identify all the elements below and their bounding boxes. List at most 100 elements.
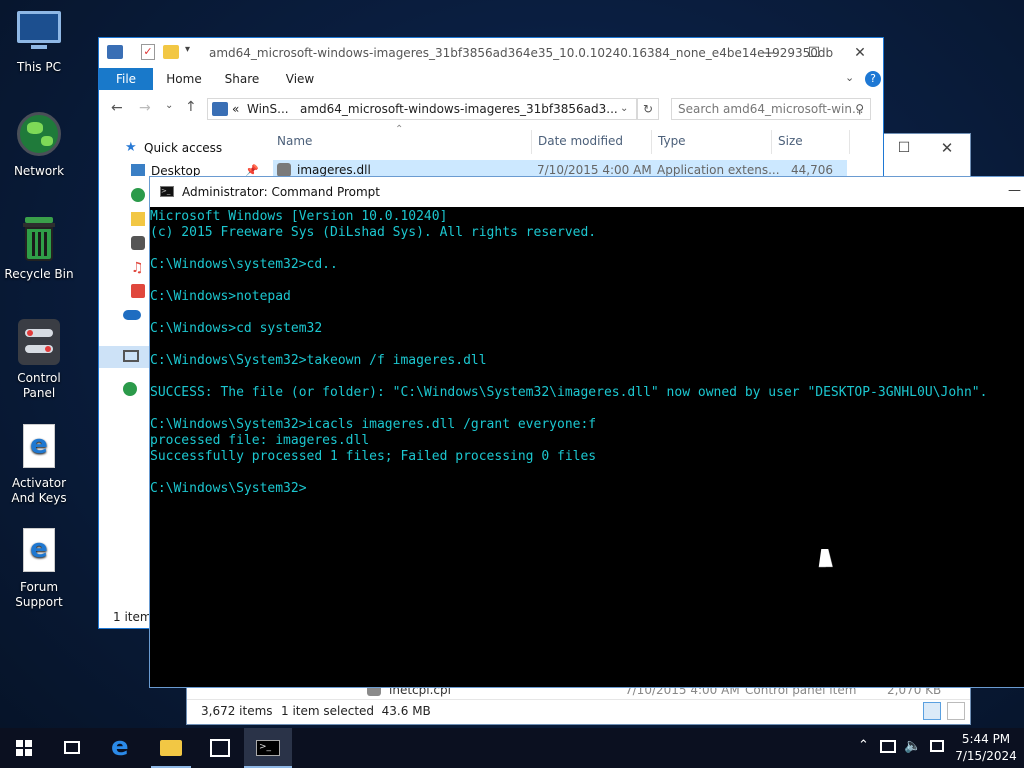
properties-icon[interactable]: ✓ (141, 44, 155, 60)
tab-home[interactable]: Home (159, 68, 209, 90)
videos-icon[interactable] (131, 284, 145, 298)
search-input[interactable]: Search amd64_microsoft-win... ⚲ (671, 98, 871, 120)
nav-quick-access[interactable]: Quick access (144, 141, 222, 155)
action-center-icon[interactable] (930, 740, 944, 752)
back-icon[interactable]: ← (111, 100, 123, 116)
maximize-button[interactable]: ☐ (791, 38, 837, 68)
title-bar[interactable]: >_ Administrator: Command Prompt — (150, 177, 1024, 207)
ribbon-tabs: File Home Share View ⌄ ? (99, 68, 883, 90)
desktop-icon-this-pc[interactable]: This PC (0, 8, 78, 75)
console-line: SUCCESS: The file (or folder): "C:\Windo… (150, 385, 988, 400)
column-separator (651, 130, 652, 154)
column-header-type[interactable]: Type (658, 134, 686, 148)
maximize-button[interactable]: ☐ (884, 134, 924, 162)
task-view-button[interactable] (48, 728, 96, 768)
folder-icon (212, 102, 228, 116)
control-panel-icon (15, 319, 63, 367)
window-title: amd64_microsoft-windows-imageres_31bf385… (209, 46, 834, 60)
clock-date[interactable]: 7/15/2024 (954, 749, 1018, 763)
command-prompt-window[interactable]: >_ Administrator: Command Prompt — Micro… (149, 176, 1024, 688)
taskbar: e >_ ⌃ 🔈 5:44 PM 7/15/2024 (0, 728, 1024, 768)
status-selection: 1 item selected 43.6 MB (281, 704, 431, 718)
tab-share[interactable]: Share (217, 68, 267, 90)
cmd-icon: >_ (256, 740, 280, 756)
desktop-icon-activator-and-keys[interactable]: e Activator And Keys (0, 424, 78, 506)
column-separator (849, 130, 850, 154)
show-hidden-icons-icon[interactable]: ⌃ (858, 738, 869, 753)
customize-toolbar-icon[interactable]: ▾ (185, 44, 190, 55)
edge-icon: e (111, 732, 129, 762)
console-line: C:\Windows\system32>cd.. (150, 257, 338, 272)
desktop-icon-label: Network (13, 164, 65, 178)
recent-locations-icon[interactable]: ⌄ (165, 100, 173, 111)
close-button[interactable]: ✕ (837, 38, 883, 68)
file-type: Application extens... (657, 163, 780, 177)
pictures-icon[interactable] (131, 236, 145, 250)
desktop-icon-control-panel[interactable]: Control Panel (0, 319, 78, 401)
column-separator (771, 130, 772, 154)
mouse-cursor-icon (818, 549, 836, 567)
desktop-icon-label: Activator And Keys (11, 476, 67, 505)
tab-view[interactable]: View (275, 68, 325, 90)
desktop-icon-network[interactable]: Network (0, 112, 78, 179)
onedrive-icon[interactable] (123, 310, 141, 320)
this-pc-icon (123, 350, 139, 362)
desktop-icon-label: Control Panel (17, 371, 61, 400)
network-icon[interactable] (123, 382, 137, 396)
task-view-icon (64, 741, 80, 754)
clock-time[interactable]: 5:44 PM (960, 732, 1012, 746)
start-button[interactable] (0, 728, 48, 768)
store-taskbar-button[interactable] (196, 728, 244, 768)
status-bar: 3,672 items 1 item selected 43.6 MB (187, 699, 970, 724)
desktop-icon-label: This PC (17, 60, 61, 74)
address-field[interactable]: « WinS... amd64_microsoft-windows-imager… (207, 98, 637, 120)
tab-file[interactable]: File (99, 68, 153, 90)
large-icons-view-icon[interactable] (947, 702, 965, 720)
forward-icon[interactable]: → (139, 100, 151, 116)
file-explorer-taskbar-button[interactable] (147, 728, 195, 768)
details-view-icon[interactable] (923, 702, 941, 720)
documents-icon[interactable] (131, 212, 145, 226)
up-icon[interactable]: ↑ (185, 99, 197, 115)
folder-icon (160, 740, 182, 756)
search-placeholder: Search amd64_microsoft-win... (678, 102, 864, 116)
volume-muted-icon[interactable]: 🔈 (904, 738, 921, 754)
desktop-icon-recycle-bin[interactable]: Recycle Bin (0, 215, 78, 282)
status-item-count: 1 item (113, 610, 152, 624)
edge-taskbar-button[interactable]: e (98, 728, 146, 768)
console-line: C:\Windows\System32>takeown /f imageres.… (150, 353, 487, 368)
star-icon: ★ (125, 140, 137, 155)
console-line: Successfully processed 1 files; Failed p… (150, 449, 597, 464)
refresh-icon[interactable]: ↻ (637, 98, 659, 120)
new-folder-icon[interactable] (163, 45, 179, 59)
edge-file-icon: e (15, 528, 63, 576)
edge-file-icon: e (15, 424, 63, 472)
close-button[interactable]: ✕ (927, 134, 967, 162)
console-line: C:\Windows>cd system32 (150, 321, 323, 336)
column-header-size[interactable]: Size (778, 134, 803, 148)
store-bag-icon (210, 739, 230, 757)
network-tray-icon[interactable] (880, 740, 896, 753)
column-header-date[interactable]: Date modified (538, 134, 623, 148)
minimize-button[interactable]: — (1008, 183, 1021, 198)
address-dropdown-icon[interactable]: ⌄ (620, 99, 628, 119)
desktop-icon-label: Forum Support (15, 580, 63, 609)
status-item-count: 3,672 items (201, 704, 273, 718)
title-bar[interactable]: ✓ ▾ amd64_microsoft-windows-imageres_31b… (99, 38, 883, 68)
cmd-taskbar-button[interactable]: >_ (244, 728, 292, 768)
downloads-icon[interactable] (131, 188, 145, 202)
console-output[interactable]: Microsoft Windows [Version 10.0.10240] (c… (150, 207, 1024, 687)
expand-ribbon-icon[interactable]: ⌄ (845, 71, 854, 84)
column-header-name[interactable]: Name (277, 134, 312, 148)
console-line: (c) 2015 Freeware Sys (DiLshad Sys). All… (150, 225, 597, 240)
music-icon[interactable]: ♫ (131, 260, 144, 276)
console-line: C:\Windows\System32> (150, 481, 307, 496)
minimize-button[interactable]: — (745, 38, 791, 68)
console-line: Microsoft Windows [Version 10.0.10240] (150, 209, 448, 224)
help-icon[interactable]: ? (865, 71, 881, 87)
file-name: imageres.dll (297, 163, 371, 177)
desktop-icon-forum-support[interactable]: e Forum Support (0, 528, 78, 610)
